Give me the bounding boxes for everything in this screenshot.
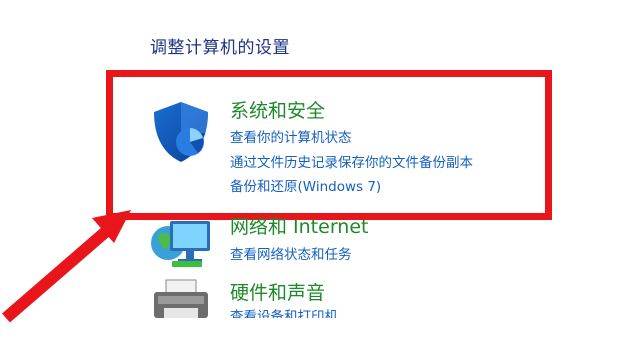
arrow-annotation (2, 210, 131, 323)
